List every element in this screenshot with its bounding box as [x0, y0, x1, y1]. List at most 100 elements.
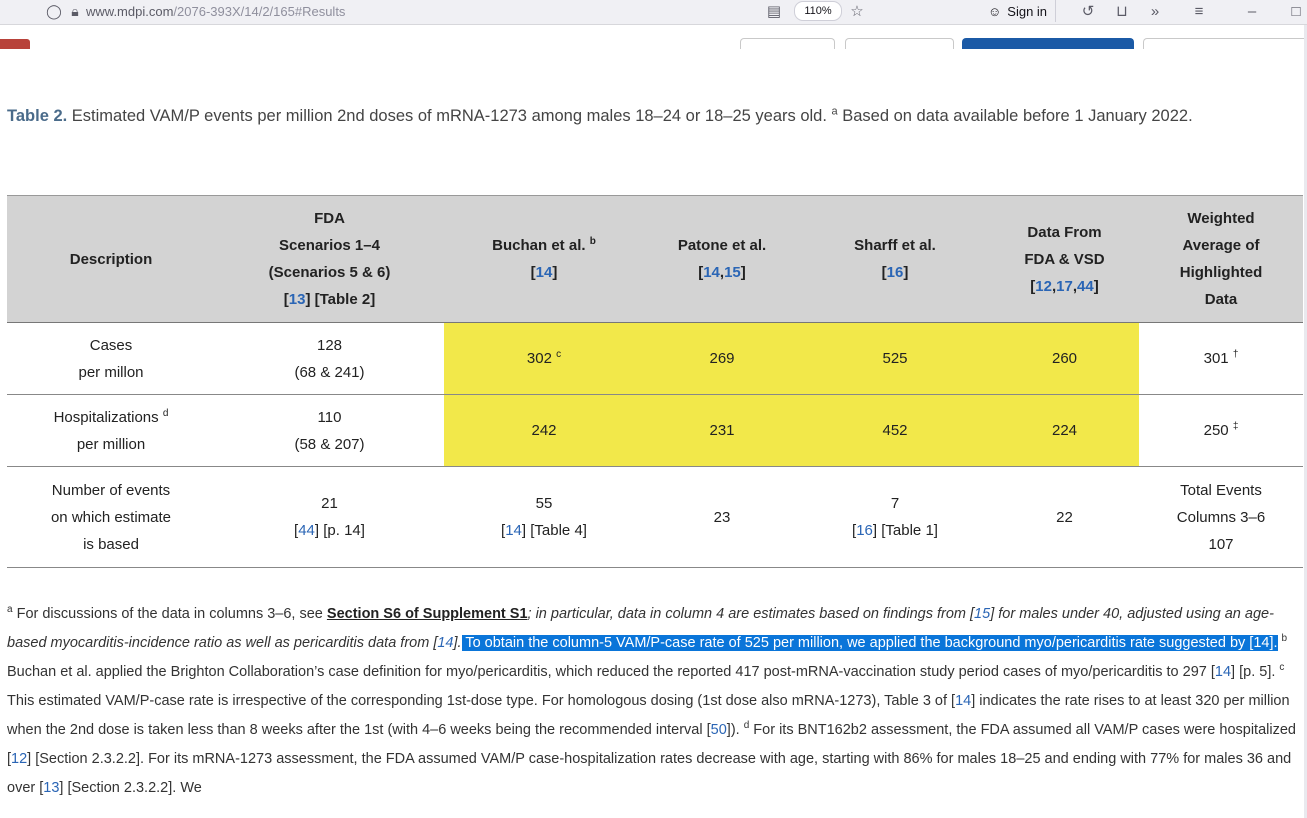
events-wa-line2: Columns 3–6 — [1176, 508, 1266, 526]
cell-sharff: 452 — [800, 394, 990, 467]
ref-link[interactable]: 14 — [703, 264, 720, 281]
site-logo — [0, 39, 30, 49]
extensions-icon[interactable]: ↺ — [1074, 0, 1102, 22]
header-buchan-sup: b — [589, 236, 596, 247]
ref-link[interactable]: 16 — [887, 264, 904, 281]
minimize-icon[interactable]: – — [1238, 0, 1266, 22]
ref-link[interactable]: 14 — [1215, 664, 1231, 680]
events-buchan-value: 55 — [535, 495, 553, 512]
header-weighted-average: Weighted Average of Highlighted Data — [1139, 195, 1303, 323]
cases-desc-line1: Cases — [89, 336, 133, 354]
site-header-strip — [0, 25, 1307, 49]
cases-fda-value: 128 — [316, 336, 343, 354]
cell-weighted-average: 250 ‡ — [1139, 394, 1303, 467]
ref-link[interactable]: 44 — [298, 522, 315, 539]
caption-text-1: Estimated VAM/P events per million 2nd d… — [67, 107, 832, 125]
ref-link[interactable]: 17 — [1056, 278, 1073, 295]
cell-buchan: 55 [14] [Table 4] — [444, 466, 644, 568]
table-header-row: Description FDA Scenarios 1–4 (Scenarios… — [7, 195, 1303, 323]
events-sharff-value: 7 — [890, 495, 900, 512]
ref-link[interactable]: 14 — [437, 635, 453, 651]
account-icon: ☺ — [988, 3, 1002, 19]
cell-buchan: 242 — [444, 394, 644, 467]
header-sharff-name: Sharff et al. — [854, 237, 936, 254]
overflow-chevron-icon[interactable]: » — [1141, 0, 1169, 22]
cell-buchan: 302 c — [444, 322, 644, 395]
header-buchan-name: Buchan et al. — [492, 237, 586, 254]
bookmark-star-icon[interactable]: ☆ — [843, 0, 871, 22]
header-fda-ref-after: [Table 2] — [310, 291, 376, 308]
footnote-c-marker: c — [1279, 662, 1285, 674]
data-table: Description FDA Scenarios 1–4 (Scenarios… — [7, 195, 1303, 568]
header-wa-line4: Data — [1204, 291, 1238, 308]
site-nav-button-1[interactable] — [740, 38, 835, 49]
footnote-a-text-4: ]. — [453, 635, 462, 651]
ref-link[interactable]: 14 — [955, 693, 971, 709]
hosp-desc-line1: Hospitalizations — [53, 408, 159, 426]
header-fda-line1: FDA — [314, 210, 345, 227]
cell-patone: 23 — [644, 466, 800, 568]
reader-view-icon[interactable]: ▤ — [760, 0, 788, 22]
ref-link[interactable]: 12 — [11, 751, 27, 767]
site-nav-button-3[interactable] — [1143, 38, 1307, 49]
ref-link[interactable]: 14 — [536, 264, 553, 281]
footnote-b-marker: b — [1281, 633, 1288, 645]
hosp-wa-sup: ‡ — [1232, 421, 1239, 432]
ref-link[interactable]: 14 — [505, 522, 522, 539]
hosp-desc-line2: per million — [76, 435, 146, 453]
cell-description: Number of events on which estimate is ba… — [7, 466, 215, 568]
hosp-fda-range: (58 & 207) — [294, 435, 365, 453]
pocket-icon[interactable]: ⊔ — [1108, 0, 1136, 22]
cell-weighted-average: Total Events Columns 3–6 107 — [1139, 466, 1303, 568]
table-row-hospitalizations: Hospitalizations d per million 110 (58 &… — [7, 394, 1303, 467]
header-sharff: Sharff et al. [16] — [800, 195, 990, 323]
header-description: Description — [7, 195, 215, 323]
events-desc-line3: is based — [83, 535, 139, 553]
supplement-link[interactable]: Section S6 of Supplement S1 — [327, 606, 528, 622]
ref-link[interactable]: 44 — [1077, 278, 1094, 295]
table-row-events: Number of events on which estimate is ba… — [7, 466, 1303, 568]
restore-icon[interactable]: □ — [1282, 0, 1307, 22]
sign-in-button[interactable]: ☺ Sign in — [980, 0, 1057, 22]
ref-link[interactable]: 16 — [856, 522, 873, 539]
cell-sharff: 7 [16] [Table 1] — [800, 466, 990, 568]
ref-link[interactable]: 12 — [1035, 278, 1052, 295]
cell-description: Hospitalizations d per million — [7, 394, 215, 467]
header-fda-line2: Scenarios 1–4 — [279, 237, 380, 254]
caption-text-2: Based on data available before 1 January… — [837, 107, 1193, 125]
menu-icon[interactable]: ≡ — [1185, 0, 1213, 22]
lock-icon[interactable]: 🔒︎ — [64, 3, 86, 20]
cases-desc-line2: per millon — [78, 363, 144, 381]
ref-link[interactable]: 15 — [724, 264, 741, 281]
site-nav-button-2[interactable] — [845, 38, 954, 49]
site-nav-button-primary[interactable] — [962, 38, 1134, 49]
cell-weighted-average: 301 † — [1139, 322, 1303, 395]
hosp-desc-sup: d — [162, 407, 169, 419]
header-vsd-line1: Data From — [1027, 223, 1102, 241]
cases-buchan-value: 302 — [526, 350, 552, 367]
cell-patone: 231 — [644, 394, 800, 467]
footnote-a-text-2: ; in particular, data in column 4 are es… — [527, 606, 975, 622]
header-wa-line1: Weighted — [1187, 210, 1255, 227]
table-caption: Table 2. Estimated VAM/P events per mill… — [7, 102, 1297, 131]
cases-buchan-sup: c — [556, 349, 562, 360]
hosp-fda-value: 110 — [317, 408, 342, 426]
ref-link[interactable]: 13 — [289, 291, 306, 308]
header-fda-line3: (Scenarios 5 & 6) — [268, 264, 391, 281]
shield-icon[interactable]: ◯ — [44, 3, 64, 20]
ref-link[interactable]: 50 — [711, 722, 727, 738]
header-wa-line2: Average of — [1182, 237, 1260, 254]
ref-link[interactable]: 15 — [974, 606, 990, 622]
events-desc-line1: Number of events — [51, 481, 171, 499]
footnote-c-after: ]). — [726, 722, 744, 738]
url-host: www.mdpi.com — [86, 3, 174, 19]
footnote-b-after: ] [p. 5]. — [1231, 664, 1280, 680]
zoom-level-badge[interactable]: 110% — [794, 1, 842, 21]
header-vsd-line2: FDA & VSD — [1024, 250, 1105, 268]
footnote-d-after: ] [Section 2.3.2.2]. We — [59, 780, 202, 796]
cell-description: Cases per millon — [7, 322, 215, 395]
url-path: /2076-393X/14/2/165#Results — [173, 3, 346, 19]
ref-link[interactable]: 13 — [43, 780, 59, 796]
cell-fda-vsd: 22 — [990, 466, 1139, 568]
selected-text[interactable]: To obtain the column-5 VAM/P-case rate o… — [461, 635, 1278, 651]
